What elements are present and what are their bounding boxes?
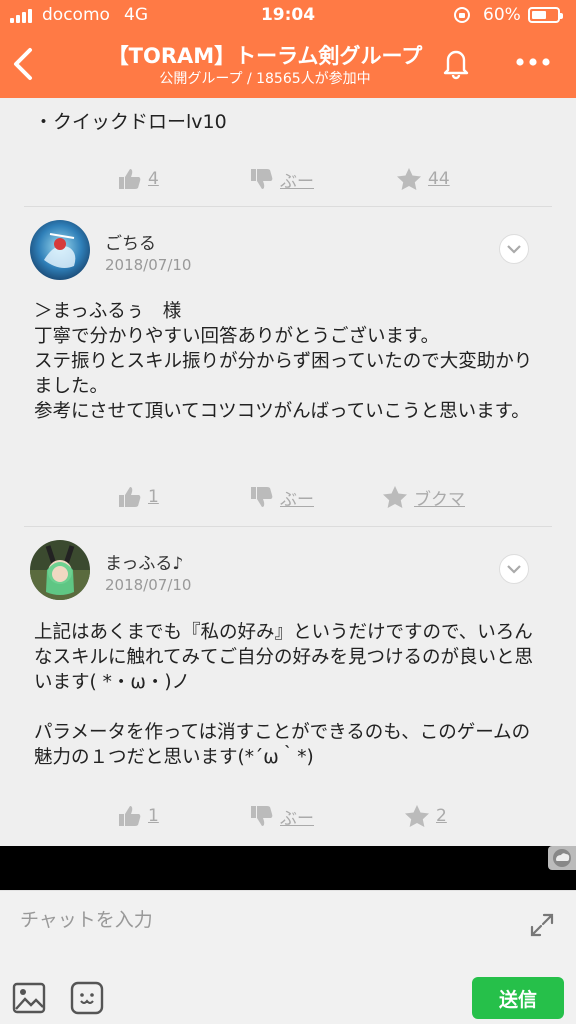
cut-post-line: ・クイックドローlv10 bbox=[34, 111, 227, 133]
post-body: 上記はあくまでも『私の好み』というだけですので、いろんなスキルに触れてみてご自分… bbox=[34, 622, 533, 768]
image-icon[interactable] bbox=[12, 981, 46, 1015]
boo-label: ぶー bbox=[280, 808, 314, 829]
post-body: ＞まっふるぅ 様 丁寧で分かりやすい回答ありがとうございます。 ステ振りとスキル… bbox=[34, 301, 533, 422]
boo-label: ぶー bbox=[280, 489, 314, 510]
cut-post-text: ・ロングレンジlv5 ・クイックドローlv10 bbox=[34, 98, 227, 134]
group-title: 【TORAM】トーラム剣グループ bbox=[107, 44, 423, 68]
chat-input[interactable]: チャットを入力 bbox=[20, 905, 153, 932]
thumbs-down-icon bbox=[251, 169, 273, 189]
post-date: 2018/07/10 bbox=[105, 576, 192, 594]
battery-percent: 60% bbox=[483, 5, 521, 25]
bookmark-label: ブクマ bbox=[414, 489, 465, 510]
boo-label: ぶー bbox=[280, 171, 314, 192]
status-bar: docomo 4G 19:04 60% bbox=[0, 0, 576, 30]
top-bar: docomo 4G 19:04 60% 【TORAM】トーラム剣グループ 公開グ… bbox=[0, 0, 576, 98]
expand-icon[interactable] bbox=[528, 911, 556, 939]
avatar[interactable] bbox=[30, 540, 90, 600]
thumbs-up-icon bbox=[119, 169, 141, 189]
thumbs-up-icon bbox=[119, 806, 141, 826]
send-button[interactable]: 送信 bbox=[472, 977, 564, 1019]
message-feed[interactable]: ・ロングレンジlv5 ・クイックドローlv10 4 ぶー 44 ごちる 2018… bbox=[0, 98, 576, 846]
boo-button[interactable]: ぶー bbox=[250, 164, 314, 194]
cut-post-reactions: 4 ぶー 44 bbox=[0, 164, 576, 194]
like-button[interactable]: 4 bbox=[118, 164, 159, 194]
like-count: 1 bbox=[148, 806, 159, 826]
star-button[interactable]: 2 bbox=[404, 801, 447, 831]
boo-button[interactable]: ぶー bbox=[250, 801, 314, 831]
star-count: 2 bbox=[436, 806, 447, 826]
like-button[interactable]: 1 bbox=[118, 801, 159, 831]
divider bbox=[24, 526, 552, 527]
battery-icon bbox=[528, 7, 563, 23]
thumbs-up-icon bbox=[119, 487, 141, 507]
author-name[interactable]: まっふる♪ bbox=[105, 549, 183, 574]
like-button[interactable]: 1 bbox=[118, 482, 159, 512]
post-date: 2018/07/10 bbox=[105, 256, 192, 274]
like-count: 1 bbox=[148, 487, 159, 507]
thumbs-down-icon bbox=[251, 806, 273, 826]
sticker-icon[interactable] bbox=[70, 981, 104, 1015]
chat-composer: チャットを入力 送信 bbox=[0, 890, 576, 1024]
post-reactions: 1 ぶー ブクマ bbox=[0, 482, 576, 512]
like-count: 4 bbox=[148, 169, 159, 189]
star-button[interactable]: 44 bbox=[396, 164, 450, 194]
group-subtitle: 公開グループ / 18565人が参加中 bbox=[159, 71, 371, 87]
star-icon bbox=[397, 168, 421, 190]
star-icon bbox=[383, 486, 407, 508]
star-icon bbox=[405, 805, 429, 827]
author-name[interactable]: ごちる bbox=[105, 229, 156, 254]
avatar[interactable] bbox=[30, 220, 90, 280]
bell-icon[interactable] bbox=[438, 44, 474, 80]
back-icon[interactable] bbox=[10, 44, 40, 84]
more-icon[interactable] bbox=[513, 52, 553, 72]
chevron-down-icon[interactable] bbox=[499, 234, 529, 264]
chevron-down-icon[interactable] bbox=[499, 554, 529, 584]
rotation-lock-icon bbox=[454, 7, 470, 23]
post-reactions: 1 ぶー 2 bbox=[0, 801, 576, 831]
star-count: 44 bbox=[428, 169, 450, 189]
boo-button[interactable]: ぶー bbox=[250, 482, 314, 512]
cloud-icon[interactable] bbox=[548, 846, 576, 870]
keyboard-toolbar-strip bbox=[0, 846, 576, 890]
thumbs-down-icon bbox=[251, 487, 273, 507]
divider bbox=[24, 206, 552, 207]
bookmark-button[interactable]: ブクマ bbox=[382, 482, 465, 512]
